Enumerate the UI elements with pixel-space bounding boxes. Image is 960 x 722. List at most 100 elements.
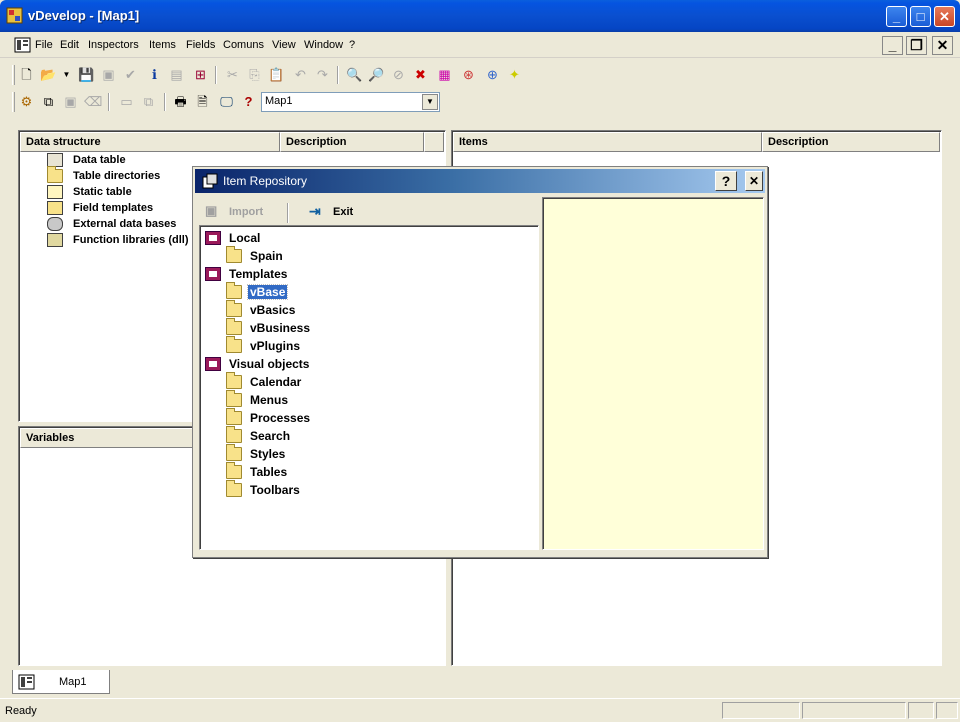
- eraser-icon[interactable]: ⌫: [84, 93, 102, 110]
- column-description[interactable]: Description: [762, 132, 940, 152]
- find-next-icon[interactable]: 🔎: [368, 66, 385, 83]
- multi-window-icon[interactable]: ⧉: [140, 93, 157, 110]
- library-icon: [47, 233, 63, 247]
- print-icon[interactable]: 🖶: [172, 93, 189, 110]
- size-grip[interactable]: [936, 702, 958, 719]
- minimize-button[interactable]: _: [886, 6, 907, 27]
- folder-icon: [226, 390, 242, 407]
- redo-icon[interactable]: ↷: [314, 66, 331, 83]
- build-icon[interactable]: ⚙: [18, 93, 35, 110]
- mdi-minimize-button[interactable]: _: [882, 36, 903, 55]
- document-tabs: Map1: [12, 670, 948, 696]
- tree-search-icon[interactable]: ⊛: [460, 66, 477, 83]
- close-button[interactable]: ✕: [934, 6, 955, 27]
- menu-fields[interactable]: Fields: [186, 39, 215, 51]
- replace-icon[interactable]: ⊘: [390, 66, 407, 83]
- document-icon: [18, 674, 35, 690]
- toolbars: 🗋 📂 ▼ 💾 ▣ ✔ ℹ ▤ ⊞ ✂ ⎘ 📋 ↶ ↷ 🔍 🔎 ⊘ ✖ ▦ ⊛ …: [0, 59, 960, 123]
- import-button[interactable]: ▣ Import: [205, 203, 275, 223]
- title-bar[interactable]: vDevelop - [Map1] _ □ ✕: [0, 0, 960, 32]
- window-title: vDevelop - [Map1]: [28, 8, 140, 23]
- properties-icon[interactable]: ▤: [168, 66, 185, 83]
- cube-icon: [205, 357, 221, 371]
- folder-icon: [226, 462, 242, 479]
- toolbar-separator: [287, 203, 289, 223]
- map-select-value: Map1: [265, 95, 293, 107]
- menu-help[interactable]: ?: [349, 39, 355, 51]
- standard-toolbar: 🗋 📂 ▼ 💾 ▣ ✔ ℹ ▤ ⊞ ✂ ⎘ 📋 ↶ ↷ 🔍 🔎 ⊘ ✖ ▦ ⊛ …: [12, 62, 532, 88]
- folder-icon: [47, 166, 63, 183]
- column-items[interactable]: Items: [453, 132, 762, 152]
- menu-comuns[interactable]: Comuns: [223, 39, 264, 51]
- chevron-down-icon[interactable]: ▼: [58, 66, 75, 83]
- toolbar-separator: [215, 66, 217, 84]
- print-preview-icon[interactable]: 🗎: [194, 93, 211, 110]
- info-icon[interactable]: ℹ: [146, 66, 163, 83]
- toolbar-grip[interactable]: [12, 65, 15, 85]
- status-cell: [722, 702, 800, 719]
- menu-items[interactable]: Items: [149, 39, 176, 51]
- dialog-help-button[interactable]: ?: [715, 171, 737, 191]
- chevron-down-icon[interactable]: ▼: [422, 94, 438, 110]
- help-icon[interactable]: ?: [240, 93, 257, 110]
- maximize-button[interactable]: □: [910, 6, 931, 27]
- folder-icon: [226, 480, 242, 497]
- find-delete-icon[interactable]: ✖: [412, 66, 429, 83]
- tree-item-function-libraries[interactable]: Function libraries (dll): [47, 233, 207, 249]
- tree-item-external-databases[interactable]: External data bases: [47, 217, 207, 233]
- toolbar-separator: [108, 93, 110, 111]
- mdi-restore-button[interactable]: ❐: [906, 36, 927, 55]
- column-description[interactable]: Description: [280, 132, 424, 152]
- grid-search-icon[interactable]: ▦: [436, 66, 453, 83]
- import-icon: ▣: [205, 203, 218, 218]
- repository-tree[interactable]: Local Spain Templates vBase vBasics vBus…: [199, 225, 539, 550]
- new-icon[interactable]: 🗋: [18, 66, 35, 83]
- toolbar-separator: [164, 93, 166, 111]
- menu-window[interactable]: Window: [304, 39, 343, 51]
- folder-icon: [226, 282, 242, 299]
- folder-icon: [226, 426, 242, 443]
- tree-item-static-table[interactable]: Static table: [47, 185, 207, 201]
- open-icon[interactable]: 📂: [40, 66, 57, 83]
- mdi-close-button[interactable]: ✕: [932, 36, 953, 55]
- monitor-icon[interactable]: 🖵: [218, 93, 235, 110]
- tab-map1[interactable]: Map1: [12, 670, 110, 694]
- copy-icon[interactable]: ⎘: [246, 66, 263, 83]
- status-bar: Ready: [0, 698, 960, 722]
- cut-icon[interactable]: ✂: [224, 66, 241, 83]
- exit-button[interactable]: ⇥ Exit: [309, 203, 369, 223]
- template-icon: [47, 201, 63, 215]
- toolbar-grip[interactable]: [12, 92, 15, 112]
- folder-icon: [226, 246, 242, 263]
- dialog-title-bar[interactable]: Item Repository ? ✕: [195, 169, 765, 193]
- folder-icon: [226, 300, 242, 317]
- document-icon[interactable]: [14, 37, 31, 53]
- menu-file[interactable]: File: [35, 39, 53, 51]
- save-all-icon[interactable]: ▣: [100, 66, 117, 83]
- item-repository-dialog: Item Repository ? ✕ ▣ Import ⇥ Exit Loca…: [192, 166, 768, 558]
- check-icon[interactable]: ✔: [122, 66, 139, 83]
- column-filler: [424, 132, 444, 152]
- hierarchy-icon[interactable]: ⊞: [192, 66, 209, 83]
- dialog-title: Item Repository: [223, 174, 308, 188]
- tree-item-data-table[interactable]: Data table: [47, 153, 207, 169]
- paste-icon[interactable]: 📋: [268, 66, 285, 83]
- menu-inspectors[interactable]: Inspectors: [88, 39, 139, 51]
- undo-icon[interactable]: ↶: [292, 66, 309, 83]
- table-icon: [47, 153, 63, 167]
- folder-icon[interactable]: ▭: [118, 93, 135, 110]
- item-repository-icon: [202, 173, 218, 189]
- tree-item-field-templates[interactable]: Field templates: [47, 201, 207, 217]
- highlight-search-icon[interactable]: ✦: [506, 66, 523, 83]
- zoom-icon[interactable]: ⊕: [484, 66, 501, 83]
- tree-item-table-directories[interactable]: Table directories: [47, 166, 207, 185]
- menu-edit[interactable]: Edit: [60, 39, 79, 51]
- item-repository-icon[interactable]: ⧉: [40, 93, 57, 110]
- dialog-close-button[interactable]: ✕: [745, 171, 763, 191]
- map-select[interactable]: Map1 ▼: [261, 92, 440, 112]
- component-icon[interactable]: ▣: [62, 93, 79, 110]
- find-icon[interactable]: 🔍: [346, 66, 363, 83]
- menu-view[interactable]: View: [272, 39, 296, 51]
- column-data-structure[interactable]: Data structure: [20, 132, 280, 152]
- save-icon[interactable]: 💾: [78, 66, 95, 83]
